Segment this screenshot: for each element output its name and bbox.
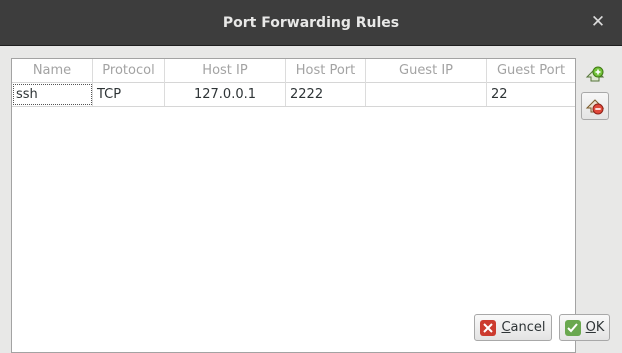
- column-header-guest-ip[interactable]: Guest IP: [366, 59, 487, 83]
- cell-guest-port[interactable]: 22: [487, 83, 575, 106]
- column-header-protocol[interactable]: Protocol: [93, 59, 165, 83]
- table-row[interactable]: ssh TCP 127.0.0.1 2222 22: [12, 83, 575, 107]
- cancel-button[interactable]: Cancel: [474, 314, 552, 341]
- title-bar: Port Forwarding Rules ✕: [0, 0, 622, 46]
- column-header-guest-port[interactable]: Guest Port: [487, 59, 575, 83]
- table-header: Name Protocol Host IP Host Port Guest IP…: [12, 59, 575, 83]
- dialog-title: Port Forwarding Rules: [222, 14, 400, 31]
- column-header-host-ip[interactable]: Host IP: [165, 59, 286, 83]
- remove-rule-button[interactable]: [581, 92, 609, 120]
- dialog-body: Name Protocol Host IP Host Port Guest IP…: [0, 46, 622, 353]
- close-icon[interactable]: ✕: [588, 12, 608, 32]
- cell-guest-ip[interactable]: [366, 83, 487, 106]
- rules-table[interactable]: Name Protocol Host IP Host Port Guest IP…: [11, 58, 576, 353]
- cell-host-port[interactable]: 2222: [286, 83, 366, 106]
- ok-icon: [564, 319, 581, 336]
- column-header-name[interactable]: Name: [12, 59, 93, 83]
- column-header-host-port[interactable]: Host Port: [286, 59, 366, 83]
- cancel-icon: [480, 319, 497, 336]
- cell-protocol[interactable]: TCP: [93, 83, 165, 106]
- cell-name[interactable]: ssh: [12, 83, 93, 106]
- ok-button[interactable]: OK: [559, 314, 610, 341]
- remove-rule-icon: [585, 99, 605, 115]
- ok-label: OK: [585, 320, 605, 335]
- add-rule-icon: [585, 66, 605, 82]
- cell-host-ip[interactable]: 127.0.0.1: [165, 83, 286, 106]
- cancel-label: Cancel: [501, 320, 546, 335]
- add-rule-button[interactable]: [581, 60, 609, 88]
